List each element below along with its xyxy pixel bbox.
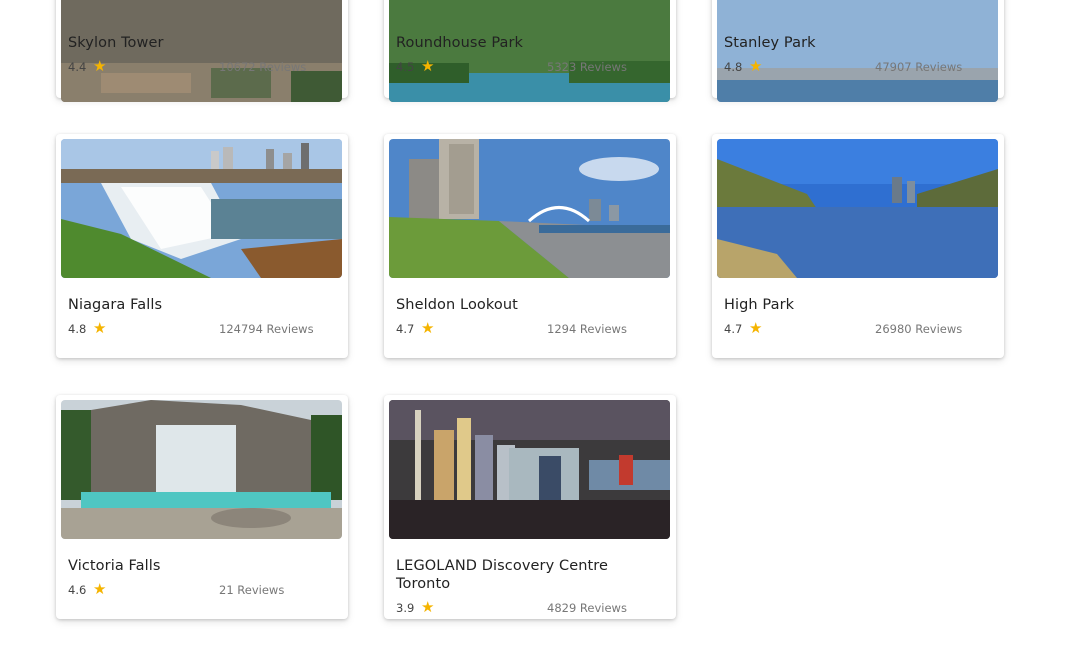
place-review-count: 5323 Reviews — [547, 60, 627, 74]
star-icon: ★ — [93, 580, 107, 598]
place-name: Sheldon Lookout — [396, 297, 518, 313]
place-card-stanley-park[interactable]: Stanley Park 4.8 ★ 47907 Reviews — [712, 0, 1004, 102]
place-photo — [717, 139, 998, 278]
place-card-legoland-discovery-centre[interactable]: LEGOLAND Discovery Centre Toronto 3.9 ★ … — [384, 395, 676, 619]
place-name: Stanley Park — [724, 35, 816, 51]
place-name: Skylon Tower — [68, 35, 164, 51]
place-review-count: 47907 Reviews — [875, 60, 963, 74]
place-rating: 4.5 — [396, 60, 415, 74]
star-icon: ★ — [421, 57, 435, 75]
place-rating: 4.8 — [68, 322, 87, 336]
star-icon: ★ — [93, 57, 107, 75]
place-photo — [61, 400, 342, 539]
place-review-count: 10672 Reviews — [219, 60, 307, 74]
star-icon: ★ — [421, 319, 435, 337]
place-review-count: 4829 Reviews — [547, 601, 627, 615]
place-rating: 3.9 — [396, 601, 415, 615]
place-photo — [389, 139, 670, 278]
place-card-victoria-falls[interactable]: Victoria Falls 4.6 ★ 21 Reviews — [56, 395, 348, 619]
place-rating: 4.7 — [724, 322, 743, 336]
place-card-niagara-falls[interactable]: Niagara Falls 4.8 ★ 124794 Reviews — [56, 134, 348, 358]
place-rating: 4.7 — [396, 322, 415, 336]
place-name: LEGOLAND Discovery Centre Toronto — [396, 558, 609, 592]
place-card-skylon-tower[interactable]: Skylon Tower 4.4 ★ 10672 Reviews — [56, 0, 348, 102]
place-name: Victoria Falls — [68, 558, 161, 574]
star-icon: ★ — [421, 598, 435, 616]
place-photo — [61, 139, 342, 278]
place-card-high-park[interactable]: High Park 4.7 ★ 26980 Reviews — [712, 134, 1004, 358]
place-rating: 4.8 — [724, 60, 743, 74]
star-icon: ★ — [749, 57, 763, 75]
place-rating: 4.4 — [68, 60, 87, 74]
place-card-sheldon-lookout[interactable]: Sheldon Lookout 4.7 ★ 1294 Reviews — [384, 134, 676, 358]
place-name: High Park — [724, 297, 795, 313]
place-name: Roundhouse Park — [396, 35, 524, 51]
star-icon: ★ — [93, 319, 107, 337]
place-review-count: 26980 Reviews — [875, 322, 963, 336]
place-card-roundhouse-park[interactable]: Roundhouse Park 4.5 ★ 5323 Reviews — [384, 0, 676, 102]
place-review-count: 21 Reviews — [219, 583, 285, 597]
place-name: Niagara Falls — [68, 297, 163, 313]
place-review-count: 124794 Reviews — [219, 322, 314, 336]
place-rating: 4.6 — [68, 583, 87, 597]
places-grid: Skylon Tower 4.4 ★ 10672 Reviews Roundho… — [0, 0, 1086, 654]
place-photo — [389, 400, 670, 539]
place-review-count: 1294 Reviews — [547, 322, 627, 336]
star-icon: ★ — [749, 319, 763, 337]
